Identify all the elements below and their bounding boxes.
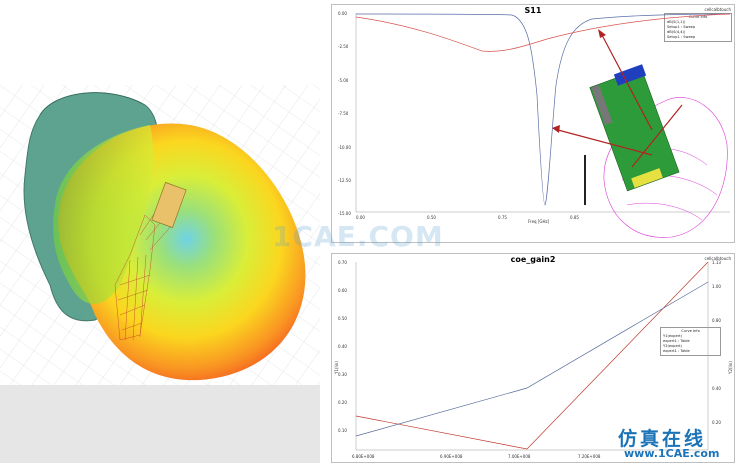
s11-curve-red: [355, 13, 731, 52]
s11-curves: [355, 13, 731, 238]
phone-hand-illustration: [589, 64, 728, 238]
s11-plot: S11 cellcalbtouch 0.00 -2.50 -5.00 -7.50…: [331, 4, 735, 243]
gain-curve-blue: [355, 281, 709, 437]
watermark: 1CAE.COM: [272, 220, 444, 253]
s11-curve-blue: [355, 13, 731, 206]
brand-url[interactable]: www.1CAE.com: [624, 447, 719, 460]
gray-footer-band: [0, 385, 320, 463]
